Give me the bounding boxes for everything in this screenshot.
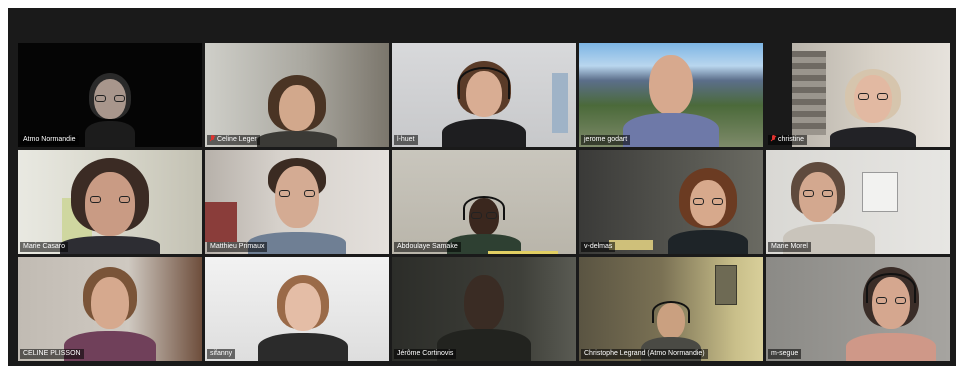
video-person-body [85,121,135,147]
participant-tile[interactable]: Christophe Legrand (Atmo Normandie) [579,257,763,361]
video-person-face [85,172,135,236]
glasses-shape [95,95,125,102]
video-person-face [798,172,837,222]
participant-tile[interactable]: Celine Leger [205,43,389,147]
video-person-body [846,333,937,361]
glasses-shape [692,198,723,205]
video-person-face [279,85,315,131]
muted-microphone-icon [771,135,776,142]
participant-name-label: CELINE PLISSON [20,349,84,359]
participant-tile[interactable]: CELINE PLISSON [18,257,202,361]
participant-name-label: christine [768,135,808,145]
participant-name-label: Celine Leger [207,135,260,145]
headset-shape [652,301,690,323]
participant-name-label: Matthieu Primaux [207,242,268,252]
participant-tile[interactable]: m-segue [766,257,950,361]
headset-shape [458,67,510,99]
video-person-face [275,166,319,228]
stone-wall-shape [792,51,826,135]
participant-tile[interactable]: jerome godart [579,43,763,147]
participant-name-label: v-delmas [581,242,616,252]
participant-tile[interactable]: Jérôme Cortinovis [392,257,576,361]
participant-tile[interactable]: l-huet [392,43,576,147]
participant-video-grid: Atmo Normandie Celine Leger l-huet jerom… [18,43,950,361]
video-person-body [667,230,748,254]
participant-tile[interactable]: sifanny [205,257,389,361]
video-person-face [649,55,693,115]
wall-poster-shape [205,202,237,242]
video-person-body [257,333,348,361]
participant-name-label: l-huet [394,135,418,145]
muted-microphone-icon [210,135,215,142]
video-person-body [257,131,337,147]
glasses-shape [802,190,833,197]
participant-name-label: Atmo Normandie [20,135,79,145]
participant-name-label: jerome godart [581,135,631,145]
desk-edge-shape [487,251,558,254]
video-person-face [284,283,321,331]
participant-name-label: Marie Morel [768,242,811,252]
glasses-shape [279,190,315,197]
participant-tile[interactable]: Atmo Normandie [18,43,202,147]
video-person-body [623,113,719,147]
glasses-shape [90,196,130,203]
bicycle-poster-shape [862,172,898,212]
participant-tile[interactable]: Marie Morel [766,150,950,254]
participant-name-label: Christophe Legrand (Atmo Normandie) [581,349,708,359]
desk-object-shape [609,240,653,250]
participant-name-label: Abdoulaye Samake [394,242,461,252]
participant-name-label: Jérôme Cortinovis [394,349,457,359]
wall-poster-shape [552,73,568,133]
video-person-body [60,236,160,254]
participant-name-label: Marie Casaro [20,242,69,252]
wall-picture-shape [715,265,737,305]
video-person-face [464,275,504,331]
video-meeting-window: Atmo Normandie Celine Leger l-huet jerom… [8,8,956,366]
participant-tile[interactable]: Matthieu Primaux [205,150,389,254]
participant-tile-active-speaker[interactable]: Marie Casaro [18,150,202,254]
video-person-body [829,127,916,147]
participant-tile[interactable]: v-delmas [579,150,763,254]
glasses-shape [471,212,497,219]
video-person-body [442,119,526,147]
participant-name-label: m-segue [768,349,802,359]
participant-tile[interactable]: Abdoulaye Samake [392,150,576,254]
glasses-shape [876,297,907,304]
glasses-shape [857,93,888,100]
video-person-face [91,277,129,329]
participant-name-label: sifanny [207,349,236,359]
participant-tile[interactable]: christine [766,43,950,147]
